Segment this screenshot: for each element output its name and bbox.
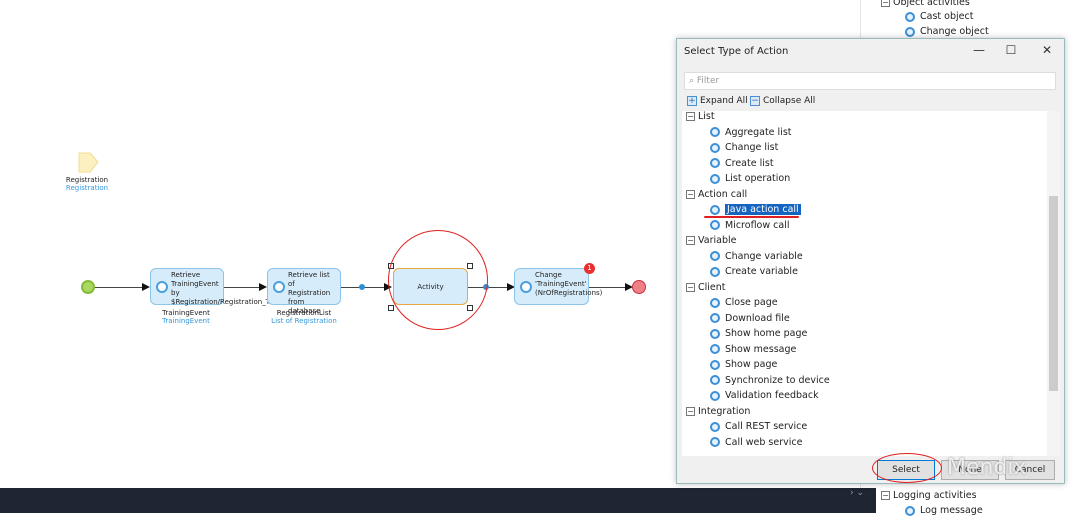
activity-retrieve-trainingevent[interactable]: Retrieve TrainingEvent by $Registration/… [150, 268, 284, 306]
end-event[interactable] [632, 280, 646, 294]
retrieve-icon [273, 280, 285, 293]
expand-all-button[interactable]: + Expand All [687, 96, 748, 106]
tree-item[interactable]: Microflow call [710, 218, 789, 233]
action-icon [710, 313, 720, 323]
tree-item[interactable]: Validation feedback [710, 388, 819, 403]
search-icon: ⌕ [689, 76, 697, 86]
output-variable: RegistrationList [276, 309, 332, 317]
minus-icon: − [750, 96, 760, 106]
toolbox-item[interactable]: Cast object [905, 9, 973, 24]
plus-icon: + [687, 96, 697, 106]
filter-input[interactable]: ⌕ Filter [684, 72, 1056, 90]
action-icon [710, 127, 720, 137]
action-icon [710, 421, 720, 432]
tree-category[interactable]: − Client [686, 280, 726, 295]
error-badge[interactable]: 1 [584, 263, 595, 274]
tree-item[interactable]: Synchronize to device [710, 373, 830, 388]
parameter-icon[interactable] [78, 152, 100, 174]
collapse-icon[interactable]: − [686, 189, 695, 199]
action-icon [710, 266, 720, 277]
action-icon [710, 158, 720, 168]
tree-item[interactable]: Show page [710, 357, 777, 372]
tree-item[interactable]: Call REST service [710, 419, 807, 434]
action-icon [710, 390, 720, 401]
scrollbar[interactable] [1047, 111, 1060, 456]
tree-item[interactable]: Create list [710, 156, 774, 171]
select-action-dialog: Select Type of Action — ☐ ✕ ⌕ Filter + Ex… [676, 38, 1065, 484]
tree-category[interactable]: − List [686, 111, 715, 124]
activity-retrieve-list[interactable]: Retrieve list of Registration from datab… [267, 268, 341, 315]
action-icon [710, 437, 720, 447]
dialog-title: Select Type of Action [684, 46, 789, 57]
action-icon [710, 173, 720, 184]
tree-item[interactable]: Java action call [710, 202, 801, 217]
activity-change-object[interactable]: Change 'TrainingEvent' (NrOfRegistration… [514, 268, 602, 305]
action-icon [710, 328, 720, 339]
output-type: TrainingEvent [162, 317, 210, 325]
close-button[interactable]: ✕ [1037, 43, 1057, 57]
retrieve-icon [156, 280, 168, 293]
tree-item[interactable]: Download file [710, 311, 790, 326]
start-event[interactable] [81, 280, 95, 294]
tree-item[interactable]: Change list [710, 140, 778, 155]
action-icon [710, 204, 720, 215]
toolbox-item[interactable]: Change object [905, 24, 989, 39]
action-icon [710, 220, 720, 230]
action-icon [710, 297, 720, 308]
tree-item[interactable]: Change variable [710, 249, 803, 264]
tree-item[interactable]: Show message [710, 342, 796, 357]
collapse-all-button[interactable]: − Collapse All [750, 96, 815, 106]
action-icon [710, 251, 720, 261]
tree-category[interactable]: − Integration [686, 404, 750, 419]
action-icon [710, 344, 720, 354]
minimize-button[interactable]: — [969, 43, 989, 57]
tree-item[interactable]: List operation [710, 171, 790, 186]
tree-item[interactable]: Aggregate list [710, 125, 792, 140]
watermark: Mendix [947, 455, 1027, 480]
parameter-name: Registration [65, 176, 109, 184]
maximize-button[interactable]: ☐ [1001, 43, 1021, 57]
action-tree[interactable]: − List Aggregate list Change list Create lis… [682, 111, 1060, 456]
action-icon [710, 142, 720, 153]
tree-category[interactable]: − Variable [686, 233, 736, 248]
toolbox-item[interactable]: Log message [905, 503, 983, 518]
output-variable: TrainingEvent [162, 309, 210, 317]
parameter-type: Registration [65, 184, 109, 192]
change-object-icon [520, 280, 532, 293]
output-type: List of Registration [271, 317, 337, 325]
tree-category[interactable]: − Action call [686, 187, 747, 202]
tree-item[interactable]: Call web service [710, 435, 802, 450]
collapse-icon[interactable]: − [686, 112, 695, 121]
collapse-icon[interactable]: − [686, 406, 695, 416]
action-icon [710, 359, 720, 370]
tree-item[interactable]: Show home page [710, 326, 807, 341]
status-bar [0, 488, 876, 513]
tree-item[interactable]: Create variable [710, 264, 798, 279]
tree-item[interactable]: Close page [710, 295, 778, 310]
collapse-icon[interactable]: − [686, 236, 695, 245]
action-icon [710, 375, 720, 385]
collapse-icon[interactable]: − [686, 282, 695, 292]
scroll-arrows[interactable]: › ⌄ [850, 488, 864, 498]
